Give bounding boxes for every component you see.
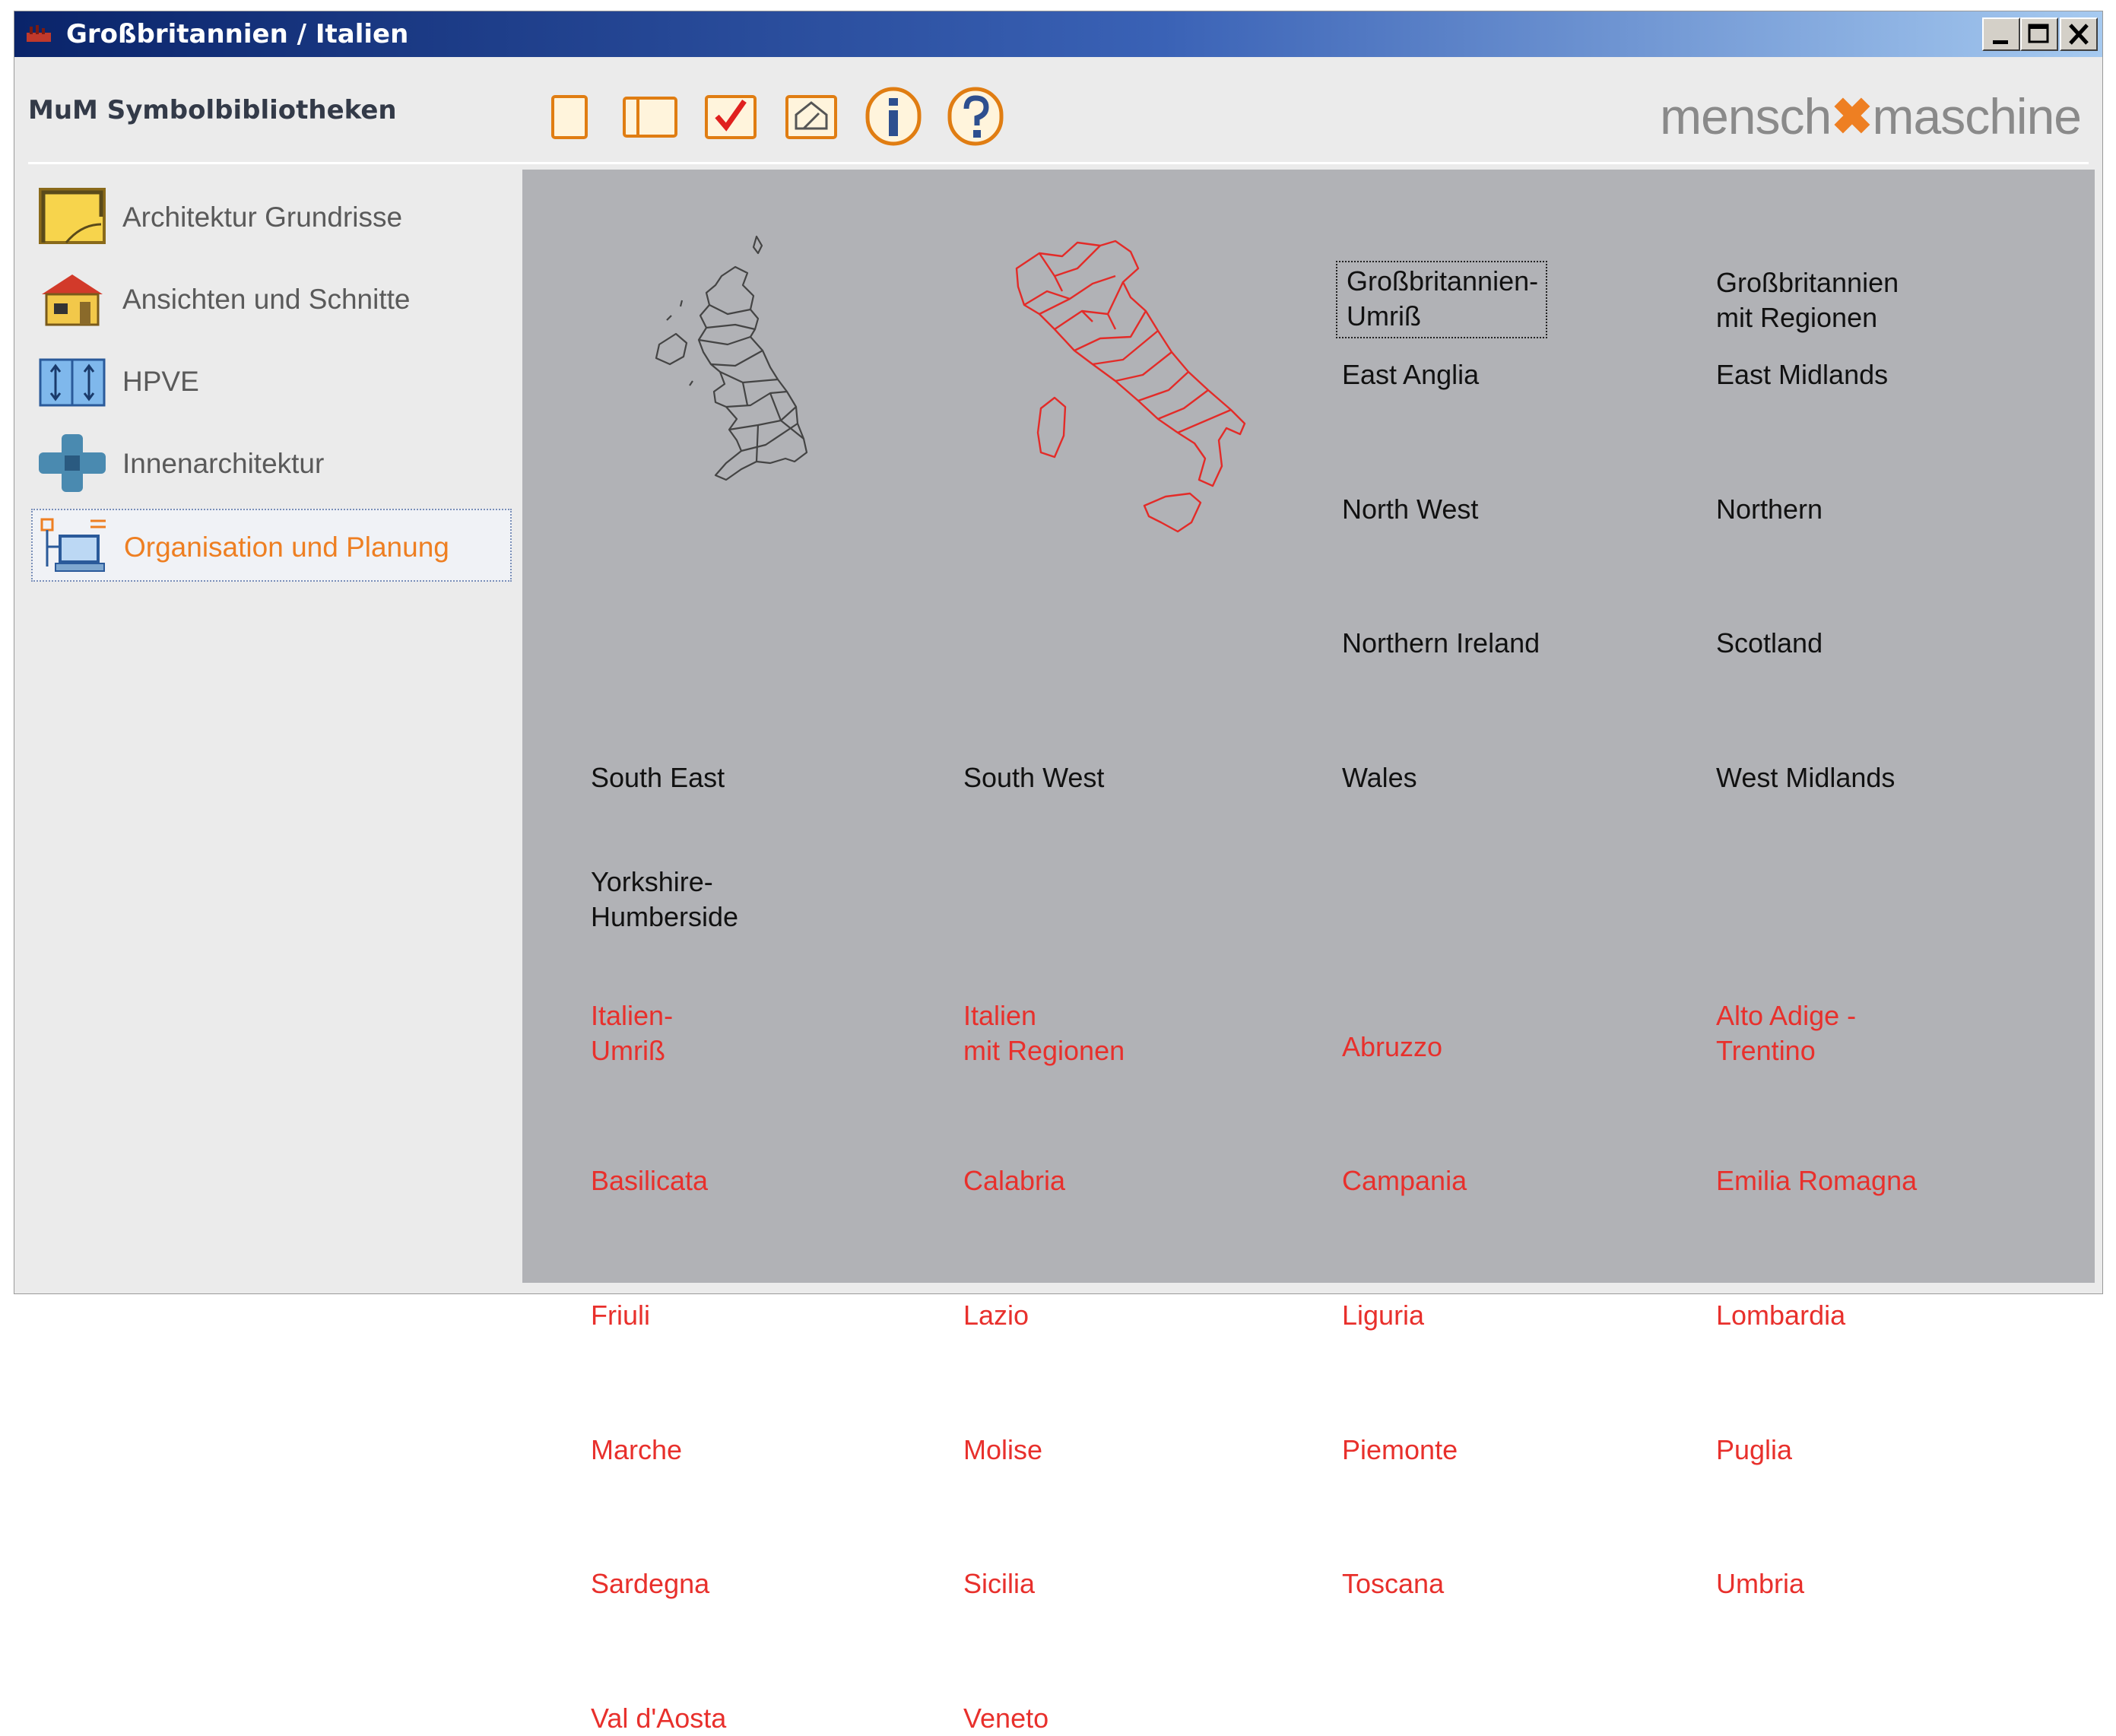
gb-regionen-item[interactable]: Großbritannien mit Regionen xyxy=(1716,265,1899,335)
close-icon xyxy=(2069,24,2089,45)
house-icon xyxy=(42,275,103,326)
logo-text-mensch: mensch xyxy=(1660,88,1832,144)
toolbar-help-button[interactable] xyxy=(945,86,1006,147)
toolbar-drawing-button[interactable] xyxy=(781,86,842,147)
it-marche-item[interactable]: Marche xyxy=(591,1433,682,1468)
it-lombardia-item[interactable]: Lombardia xyxy=(1716,1298,1845,1333)
it-umriss-item[interactable]: Italien- Umriß xyxy=(591,998,673,1068)
it-lazio-item[interactable]: Lazio xyxy=(963,1298,1029,1333)
gb-northern-item[interactable]: Northern xyxy=(1716,492,1823,527)
toolbar-check-button[interactable] xyxy=(700,86,761,147)
gb-scotland-item[interactable]: Scotland xyxy=(1716,626,1823,661)
sidebar-item-architektur[interactable]: Architektur Grundrisse xyxy=(31,180,512,253)
app-icon xyxy=(27,25,51,42)
it-calabria-item[interactable]: Calabria xyxy=(963,1163,1065,1198)
maximize-button[interactable] xyxy=(2020,17,2058,51)
help-icon xyxy=(947,87,1004,146)
minimize-icon xyxy=(1993,40,2008,44)
checkmark-icon xyxy=(705,95,757,139)
it-friuli-item[interactable]: Friuli xyxy=(591,1298,650,1333)
sidebar-item-label: Ansichten und Schnitte xyxy=(122,284,411,315)
gb-yorkshire-item[interactable]: Yorkshire- Humberside xyxy=(591,865,738,935)
it-val-daosta-item[interactable]: Val d'Aosta xyxy=(591,1701,726,1736)
it-regionen-item[interactable]: Italien mit Regionen xyxy=(963,998,1125,1068)
it-campania-item[interactable]: Campania xyxy=(1342,1163,1467,1198)
window-title: Großbritannien / Italien xyxy=(66,19,409,49)
logo-x-icon: ✖ xyxy=(1831,88,1873,144)
it-basilicata-item[interactable]: Basilicata xyxy=(591,1163,708,1198)
sidebar-item-label: HPVE xyxy=(122,366,199,397)
content-panel: Großbritannien- Umriß Großbritannien mit… xyxy=(522,170,2095,1734)
maximize-icon xyxy=(2028,24,2049,43)
app-title: MuM Symbolbibliotheken xyxy=(28,95,397,125)
gb-northern-ireland-item[interactable]: Northern Ireland xyxy=(1342,626,1540,661)
great-britain-map-image[interactable] xyxy=(636,230,834,527)
it-alto-adige-item[interactable]: Alto Adige - Trentino xyxy=(1716,998,1856,1068)
gb-south-east-item[interactable]: South East xyxy=(591,760,725,795)
gb-wales-item[interactable]: Wales xyxy=(1342,760,1417,795)
gb-east-anglia-item[interactable]: East Anglia xyxy=(1342,357,1479,392)
title-bar[interactable]: Großbritannien / Italien xyxy=(14,11,2102,57)
sidebar-item-ansichten[interactable]: Ansichten und Schnitte xyxy=(31,262,512,335)
gb-west-midlands-item[interactable]: West Midlands xyxy=(1716,760,1895,795)
sidebar-item-hpve[interactable]: HPVE xyxy=(31,344,512,417)
floorplan-icon xyxy=(39,188,106,244)
brand-logo: mensch✖maschine xyxy=(1660,87,2082,146)
interior-icon xyxy=(39,434,106,492)
it-abruzzo-item[interactable]: Abruzzo xyxy=(1342,1030,1442,1065)
sidebar-item-label: Innenarchitektur xyxy=(122,448,325,479)
it-veneto-item[interactable]: Veneto xyxy=(963,1701,1048,1736)
app-window: Großbritannien / Italien MuM Symbolbibli… xyxy=(14,11,2103,1734)
sidebar-item-label: Architektur Grundrisse xyxy=(122,202,403,233)
it-toscana-item[interactable]: Toscana xyxy=(1342,1566,1444,1601)
sidebar-item-label: Organisation und Planung xyxy=(124,532,449,563)
toolbar-info-button[interactable] xyxy=(863,86,924,147)
close-button[interactable] xyxy=(2060,17,2098,51)
house-drawing-icon xyxy=(785,95,837,139)
it-emilia-romagna-item[interactable]: Emilia Romagna xyxy=(1716,1163,1917,1198)
it-puglia-item[interactable]: Puglia xyxy=(1716,1433,1792,1468)
sidebar-item-innenarchitektur[interactable]: Innenarchitektur xyxy=(31,427,512,500)
it-piemonte-item[interactable]: Piemonte xyxy=(1342,1433,1458,1468)
toolbar-new-button[interactable] xyxy=(539,86,600,147)
info-icon xyxy=(865,87,922,146)
sidebar: Architektur Grundrisse Ansichten und Sch… xyxy=(28,173,530,1283)
header-separator xyxy=(28,162,2089,164)
it-sardegna-item[interactable]: Sardegna xyxy=(591,1566,709,1601)
gb-umriss-item[interactable]: Großbritannien- Umriß xyxy=(1336,261,1548,338)
it-sicilia-item[interactable]: Sicilia xyxy=(963,1566,1035,1601)
toolbar-book-button[interactable] xyxy=(620,86,680,147)
gb-south-west-item[interactable]: South West xyxy=(963,760,1104,795)
it-umbria-item[interactable]: Umbria xyxy=(1716,1566,1804,1601)
sidebar-item-organisation[interactable]: Organisation und Planung xyxy=(31,509,512,582)
logo-text-maschine: maschine xyxy=(1872,88,2082,144)
italy-map-image[interactable] xyxy=(1009,238,1275,542)
gb-east-midlands-item[interactable]: East Midlands xyxy=(1716,357,1888,392)
it-molise-item[interactable]: Molise xyxy=(963,1433,1042,1468)
gb-north-west-item[interactable]: North West xyxy=(1342,492,1478,527)
it-liguria-item[interactable]: Liguria xyxy=(1342,1298,1424,1333)
blank-page-icon xyxy=(551,95,588,139)
open-book-icon xyxy=(623,97,677,138)
minimize-button[interactable] xyxy=(1982,17,2020,51)
hpve-icon xyxy=(39,358,106,407)
organisation-icon xyxy=(40,518,106,572)
